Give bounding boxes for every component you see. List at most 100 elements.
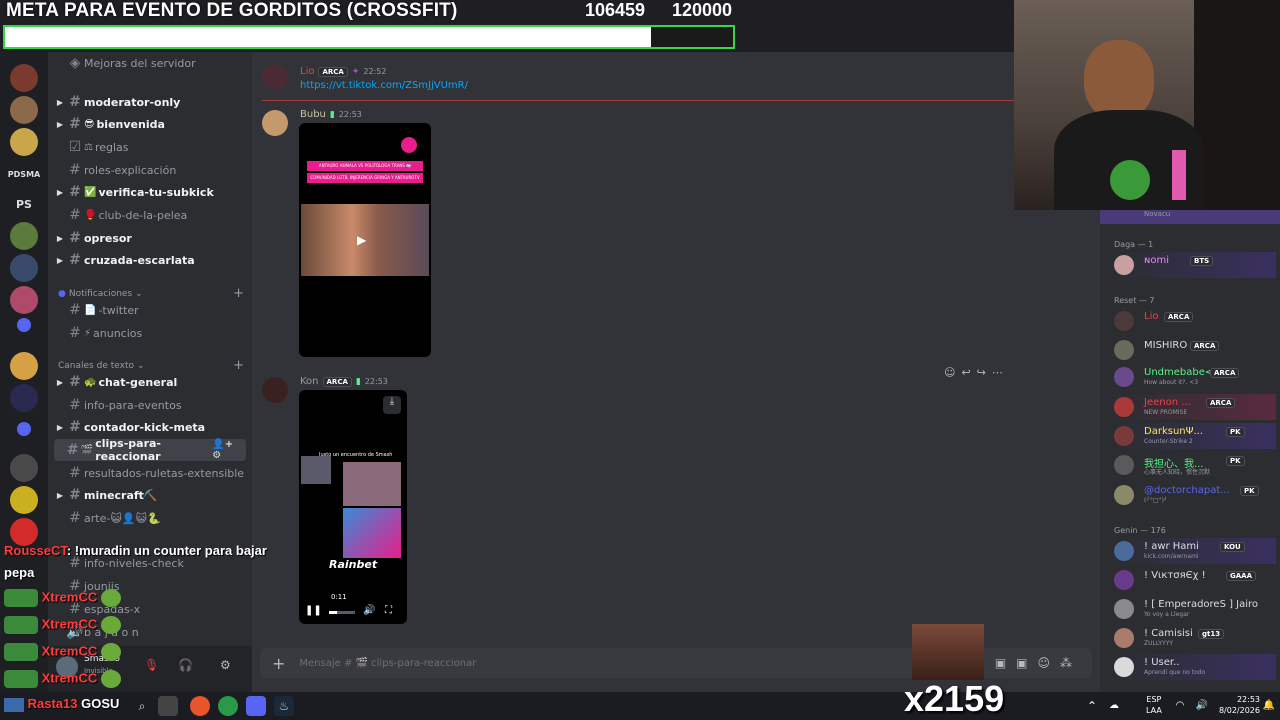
chevron-down-icon: ⌄ <box>135 288 143 299</box>
member-item[interactable]: @doctorchapat... (╯°□°)╯ PK <box>1114 482 1276 508</box>
channel-chat-general[interactable]: ▶ # 🐢 chat-general <box>54 371 246 393</box>
rules-icon: ☑ <box>68 139 82 155</box>
server-boosts-item[interactable]: ◈ Mejoras del servidor <box>54 52 246 74</box>
server-icon[interactable] <box>10 486 38 514</box>
video-seek-bar[interactable] <box>329 611 355 614</box>
member-item[interactable]: ! VιктσяЄχ ! GAAA <box>1114 567 1276 593</box>
emote-counter: x2159 <box>904 678 1005 719</box>
server-icon[interactable] <box>10 128 38 156</box>
taskbar-app-icon[interactable] <box>158 696 178 716</box>
member-name: ! awr Hami <box>1144 541 1199 552</box>
member-item[interactable]: ! [ EmperadoreS ] Jairo Yo voy a Llegar <box>1114 596 1276 622</box>
steam-icon[interactable]: ♨ <box>274 696 294 716</box>
volume-icon[interactable]: 🔊 <box>1192 696 1212 716</box>
video-player[interactable]: ⤓ Justo un encuentro de Smash Rainbet 0:… <box>299 390 407 624</box>
play-icon[interactable]: ▶ <box>357 233 366 247</box>
discord-icon[interactable] <box>246 696 266 716</box>
message-actions[interactable]: ☺↩↪⋯ <box>944 366 1009 379</box>
member-name: DarksunΨ... <box>1144 426 1204 437</box>
volume-icon[interactable]: 🔊 <box>363 605 375 616</box>
add-attachment-icon[interactable]: + <box>272 654 285 673</box>
avatar <box>1114 599 1134 619</box>
download-icon[interactable]: ⤓ <box>383 396 401 414</box>
share-icon[interactable] <box>401 137 417 153</box>
composer-tools[interactable]: ▣▣☺⁂ <box>995 656 1082 670</box>
member-item[interactable]: Lio ARCA <box>1114 308 1276 334</box>
member-item[interactable]: ɴomi BTS <box>1114 252 1276 278</box>
member-tag: GAAA <box>1226 571 1256 581</box>
wifi-icon[interactable]: ◠ <box>1170 696 1190 716</box>
expand-arrow-icon: ▶ <box>56 255 64 265</box>
server-icon[interactable] <box>10 454 38 482</box>
chevron-up-icon[interactable]: ⌃ <box>1082 696 1102 716</box>
folder-icon[interactable] <box>17 318 31 332</box>
member-item[interactable]: 我担心、我... 心事无人知晓，惯性沉默 PK <box>1114 452 1276 478</box>
avatar <box>1114 397 1134 417</box>
channel-clips-para-reaccionar[interactable]: # 🎬 clips-para-reaccionar 👤+ ⚙ <box>54 437 246 463</box>
server-icon[interactable] <box>10 64 38 92</box>
video-frame <box>343 462 401 506</box>
gear-icon[interactable]: ⚙ <box>220 658 231 672</box>
expand-arrow-icon: ▶ <box>56 233 64 243</box>
avatar[interactable] <box>262 64 288 90</box>
folder-icon[interactable] <box>17 422 31 436</box>
server-icon[interactable] <box>10 384 38 412</box>
pause-icon[interactable]: ❚❚ <box>305 605 322 616</box>
server-icon[interactable] <box>10 254 38 282</box>
member-item[interactable]: DarksunΨ... Counter-Strike 2 PK <box>1114 423 1276 449</box>
goal-current-amount: 106459 <box>585 0 646 20</box>
message-link[interactable]: https://vt.tiktok.com/ZSmJjVUmR/ <box>300 80 468 91</box>
member-item[interactable]: ! Camisisi ZULLYYYY gt13 <box>1114 625 1276 651</box>
channel-arte[interactable]: # arte-😺👤😺🐍 <box>54 507 246 529</box>
notification-bell-icon[interactable]: 🔔 <box>1262 696 1276 716</box>
channel-settings-icons[interactable]: 👤+ ⚙ <box>212 439 246 461</box>
server-icon-pdsma[interactable]: PDSMA <box>8 160 40 188</box>
fullscreen-icon[interactable]: ⛶ <box>385 605 392 616</box>
member-item[interactable]: ! awr Hami kick.com/awrnami KOU <box>1114 538 1276 564</box>
message-input[interactable]: Mensaje # 🎬 clips-para-reaccionar <box>299 658 476 669</box>
channel-opresor[interactable]: ▶ # opresor <box>54 227 246 249</box>
author-name[interactable]: Bubu <box>300 109 326 120</box>
server-icon[interactable] <box>10 222 38 250</box>
channel-contador-kick[interactable]: ▶ # contador-kick-meta <box>54 416 246 438</box>
channel-roles[interactable]: # roles-explicación <box>54 159 246 181</box>
webcam-overlay <box>1014 0 1280 210</box>
expand-arrow-icon: ▶ <box>56 97 64 107</box>
tiktok-embed[interactable]: ANTAURO HUMALA VS POLITÓLOGA TRANS 🏳️‍⚧️… <box>299 123 431 357</box>
member-item[interactable]: MISHIRO ARCA <box>1114 337 1276 363</box>
member-item[interactable]: Undmebabe<3 How about it?, <3 ARCA <box>1114 364 1276 390</box>
brave-browser-icon[interactable] <box>190 696 210 716</box>
language-indicator[interactable]: ESP LAA <box>1146 694 1162 716</box>
clock[interactable]: 22:53 8/02/2026 <box>1216 694 1260 716</box>
channel-moderator-only[interactable]: ▶ # moderator-only <box>54 91 246 113</box>
server-icon-ps[interactable]: PS <box>10 190 38 218</box>
channel-cruzada[interactable]: ▶ # cruzada-escarlata <box>54 249 246 271</box>
server-icon[interactable] <box>10 286 38 314</box>
hash-icon: # <box>69 510 81 526</box>
channel-bienvenida[interactable]: ▶ # 😎 bienvenida <box>54 113 246 135</box>
avatar[interactable] <box>262 110 288 136</box>
channel-resultados[interactable]: # resultados-ruletas-extensible <box>54 462 246 484</box>
chrome-icon[interactable] <box>218 696 238 716</box>
mute-mic-icon[interactable]: 🎙 <box>144 658 159 672</box>
member-status: ZULLYYYY <box>1144 640 1174 647</box>
server-icon[interactable] <box>10 96 38 124</box>
search-icon[interactable]: ⌕ <box>132 696 152 716</box>
channel-club-pelea[interactable]: # 🥊 club-de-la-pelea <box>54 204 246 226</box>
avatar <box>1114 255 1134 275</box>
channel-verifica[interactable]: ▶ # ✅ verifica-tu-subkick <box>54 181 246 203</box>
server-icon[interactable] <box>10 352 38 380</box>
author-name[interactable]: Lio <box>300 66 314 77</box>
author-name[interactable]: Kon <box>300 376 319 387</box>
avatar[interactable] <box>262 377 288 403</box>
channel-reglas[interactable]: ☑ ⚖ reglas <box>54 136 246 158</box>
member-item[interactable]: Jeenon ... NEW PROMISE ARCA <box>1114 394 1276 420</box>
expand-arrow-icon: ▶ <box>56 377 64 387</box>
channel-anuncios[interactable]: # ⚡ anuncios <box>54 322 246 344</box>
headphones-icon[interactable]: 🎧 <box>178 658 193 672</box>
channel-info-eventos[interactable]: # info-para-eventos <box>54 394 246 416</box>
tray-icons[interactable]: ☁ <box>1104 696 1124 716</box>
channel-twitter[interactable]: # 📄 -twitter <box>54 299 246 321</box>
channel-minecraft[interactable]: ▶ # minecraft⛏️ <box>54 484 246 506</box>
member-item[interactable]: ! User.. Aprendí que no todo <box>1114 654 1276 680</box>
